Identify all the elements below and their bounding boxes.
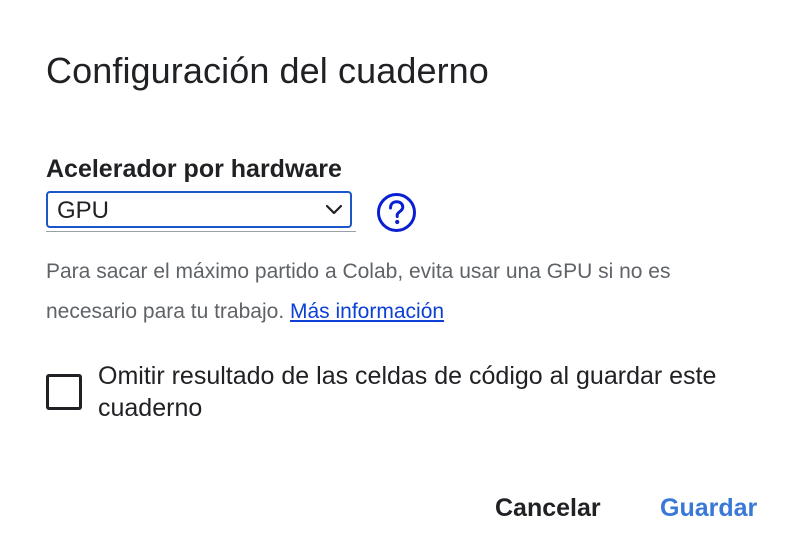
save-button[interactable]: Guardar	[660, 494, 757, 523]
hardware-accelerator-label: Acelerador por hardware	[46, 155, 342, 183]
omit-output-label[interactable]: Omitir resultado de las celdas de código…	[98, 360, 758, 424]
omit-output-checkbox[interactable]	[46, 374, 82, 410]
hardware-accelerator-select[interactable]: GPU	[46, 191, 352, 228]
dialog-title: Configuración del cuaderno	[46, 50, 489, 91]
more-info-link[interactable]: Más información	[290, 300, 444, 323]
hardware-accelerator-value: GPU	[57, 197, 110, 224]
select-underline	[46, 231, 356, 232]
question-circle-icon[interactable]	[376, 192, 417, 233]
cancel-button[interactable]: Cancelar	[495, 494, 601, 523]
gpu-usage-hint: Para sacar el máximo partido a Colab, ev…	[46, 252, 766, 332]
chevron-down-icon	[325, 204, 343, 215]
notebook-settings-dialog: Configuración del cuaderno Acelerador po…	[0, 0, 796, 560]
